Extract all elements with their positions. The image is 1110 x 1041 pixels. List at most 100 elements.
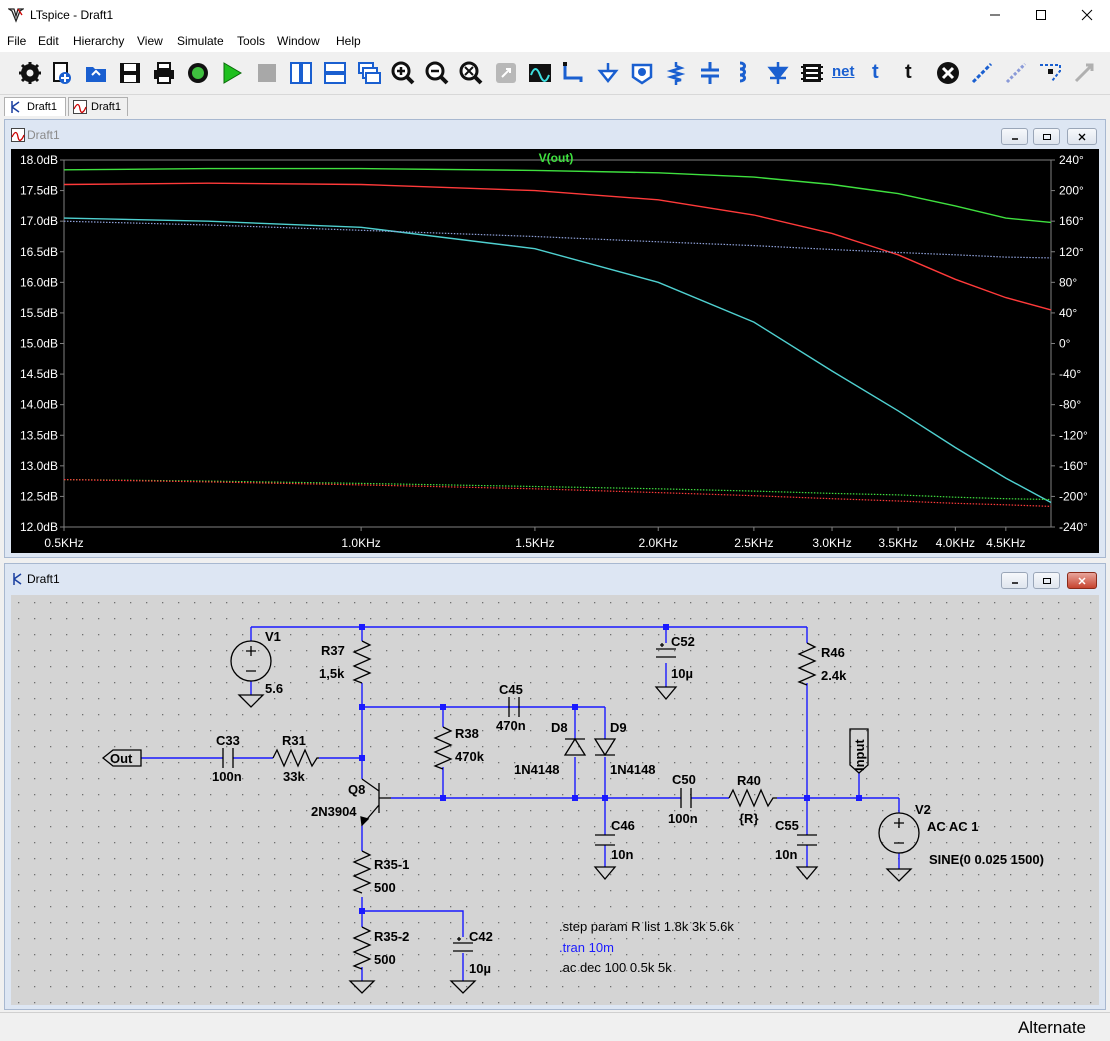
label-r35-2-value: 500 [374,952,396,967]
directive-tran[interactable]: .tran 10m [559,940,614,955]
minimize-button[interactable] [972,0,1018,30]
status-text: Alternate [1017,1018,1086,1037]
menu-view[interactable]: View [137,34,163,48]
window-title: LTspice - Draft1 [30,8,114,22]
new-schematic-icon[interactable] [50,61,74,85]
component-icon[interactable] [800,61,824,85]
delete-icon[interactable] [936,61,960,85]
undo-icon[interactable] [1072,61,1096,85]
ground-icon[interactable] [596,61,620,85]
label-v1: V1 [265,629,281,644]
y-left-tick-label: 15.0dB [20,337,58,351]
x-tick-label: 4.5KHz [986,536,1025,550]
x-tick-label: 3.0KHz [812,536,851,550]
wire-icon[interactable] [562,61,586,85]
ltspice-logo-icon [8,8,24,23]
close-icon [1078,133,1086,140]
x-tick-label: 3.5KHz [878,536,917,550]
label-r38-value: 470k [455,749,485,764]
close-button[interactable] [1064,0,1110,30]
label-r35-1: R35-1 [374,857,409,872]
restore-icon [1042,133,1051,140]
label-input: Input [852,739,867,771]
directive-ac[interactable]: .ac dec 100 0.5k 5k [559,960,672,975]
zoom-out-icon[interactable] [425,61,449,85]
plot-restore-button[interactable] [1033,128,1060,145]
minimize-icon [1011,581,1018,584]
close-icon [1081,9,1093,21]
spice-directive-button[interactable]: t [905,61,929,85]
pan-icon[interactable] [494,61,518,85]
duplicate-icon[interactable] [970,61,994,85]
tab-label: Draft1 [91,101,121,113]
restore-icon [1042,577,1051,584]
zoom-fit-icon[interactable] [459,61,483,85]
label-v2-sine: SINE(0 0.025 1500) [929,852,1044,867]
control-panel-icon[interactable] [18,61,42,85]
schematic-minimize-button[interactable] [1001,572,1028,589]
minimize-icon [990,14,1000,16]
plot-minimize-button[interactable] [1001,128,1028,145]
schematic-restore-button[interactable] [1033,572,1060,589]
plot-trace-label[interactable]: V(out) [539,151,574,165]
menu-simulate[interactable]: Simulate [177,34,224,48]
halt-icon[interactable] [255,61,279,85]
label-c55-value: 10n [775,847,797,862]
capacitor-icon[interactable] [698,61,722,85]
waveform-small-icon [11,128,25,142]
tile-vertical-icon[interactable] [289,61,313,85]
y-right-tick-label: -80° [1059,398,1081,412]
text-button[interactable]: t [872,61,896,85]
ac-analysis-icon[interactable] [186,61,210,85]
y-left-tick-label: 14.0dB [20,398,58,412]
y-right-tick-label: 40° [1059,306,1077,320]
plot-window-title: Draft1 [27,128,60,142]
tab-label: Draft1 [27,101,57,113]
cascade-icon[interactable] [357,61,381,85]
minimize-icon [1011,137,1018,140]
net-label-icon[interactable] [630,61,654,85]
title-bar: LTspice - Draft1 [0,0,1110,30]
tab-schematic[interactable]: Draft1 [4,97,66,116]
y-left-tick-label: 17.5dB [20,184,58,198]
open-icon[interactable] [84,61,108,85]
plot-area[interactable]: V(out) 0.5KHz 1.0KHz 1.5KHz 2.0KHz 2.5KHz 3.0… [11,149,1099,553]
x-tick-label: 1.0KHz [341,536,380,550]
x-tick-label: 2.0KHz [639,536,678,550]
menu-window[interactable]: Window [277,34,320,48]
save-icon[interactable] [118,61,142,85]
move-icon[interactable] [1004,61,1028,85]
menu-hierarchy[interactable]: Hierarchy [73,34,124,48]
tile-horizontal-icon[interactable] [323,61,347,85]
schematic-close-button[interactable] [1067,572,1097,589]
net-label-button[interactable]: net [832,61,860,85]
print-icon[interactable] [152,61,176,85]
label-c46: C46 [611,818,635,833]
inductor-icon[interactable] [732,61,756,85]
label-c50-value: 100n [668,811,698,826]
label-c46-value: 10n [611,847,633,862]
x-tick-label: 0.5KHz [44,536,83,550]
label-r37: R37 [321,643,345,658]
menu-help[interactable]: Help [336,34,361,48]
zoom-in-icon[interactable] [391,61,415,85]
menu-file[interactable]: File [7,34,26,48]
menu-tools[interactable]: Tools [237,34,265,48]
resistor-icon[interactable] [664,61,688,85]
y-right-tick-label: -40° [1059,367,1081,381]
diode-icon[interactable] [766,61,790,85]
run-icon[interactable] [220,61,244,85]
y-left-tick-label: 16.0dB [20,275,58,289]
tab-waveform[interactable]: Draft1 [68,97,128,116]
menu-edit[interactable]: Edit [38,34,59,48]
schematic-canvas[interactable]: V1 5.6 R37 1,5k C52 10µ R46 2.4k C45 470… [11,595,1099,1005]
y-right-tick-label: 240° [1059,153,1084,167]
label-c42: C42 [469,929,493,944]
maximize-button[interactable] [1018,0,1064,30]
directive-step[interactable]: .step param R list 1.8k 3k 5.6k [559,919,734,934]
waveform-icon[interactable] [528,61,552,85]
schematic-icon [13,573,22,585]
drag-icon[interactable] [1038,61,1062,85]
plot-close-button[interactable] [1067,128,1097,145]
y-right-tick-label: 0° [1059,337,1071,351]
